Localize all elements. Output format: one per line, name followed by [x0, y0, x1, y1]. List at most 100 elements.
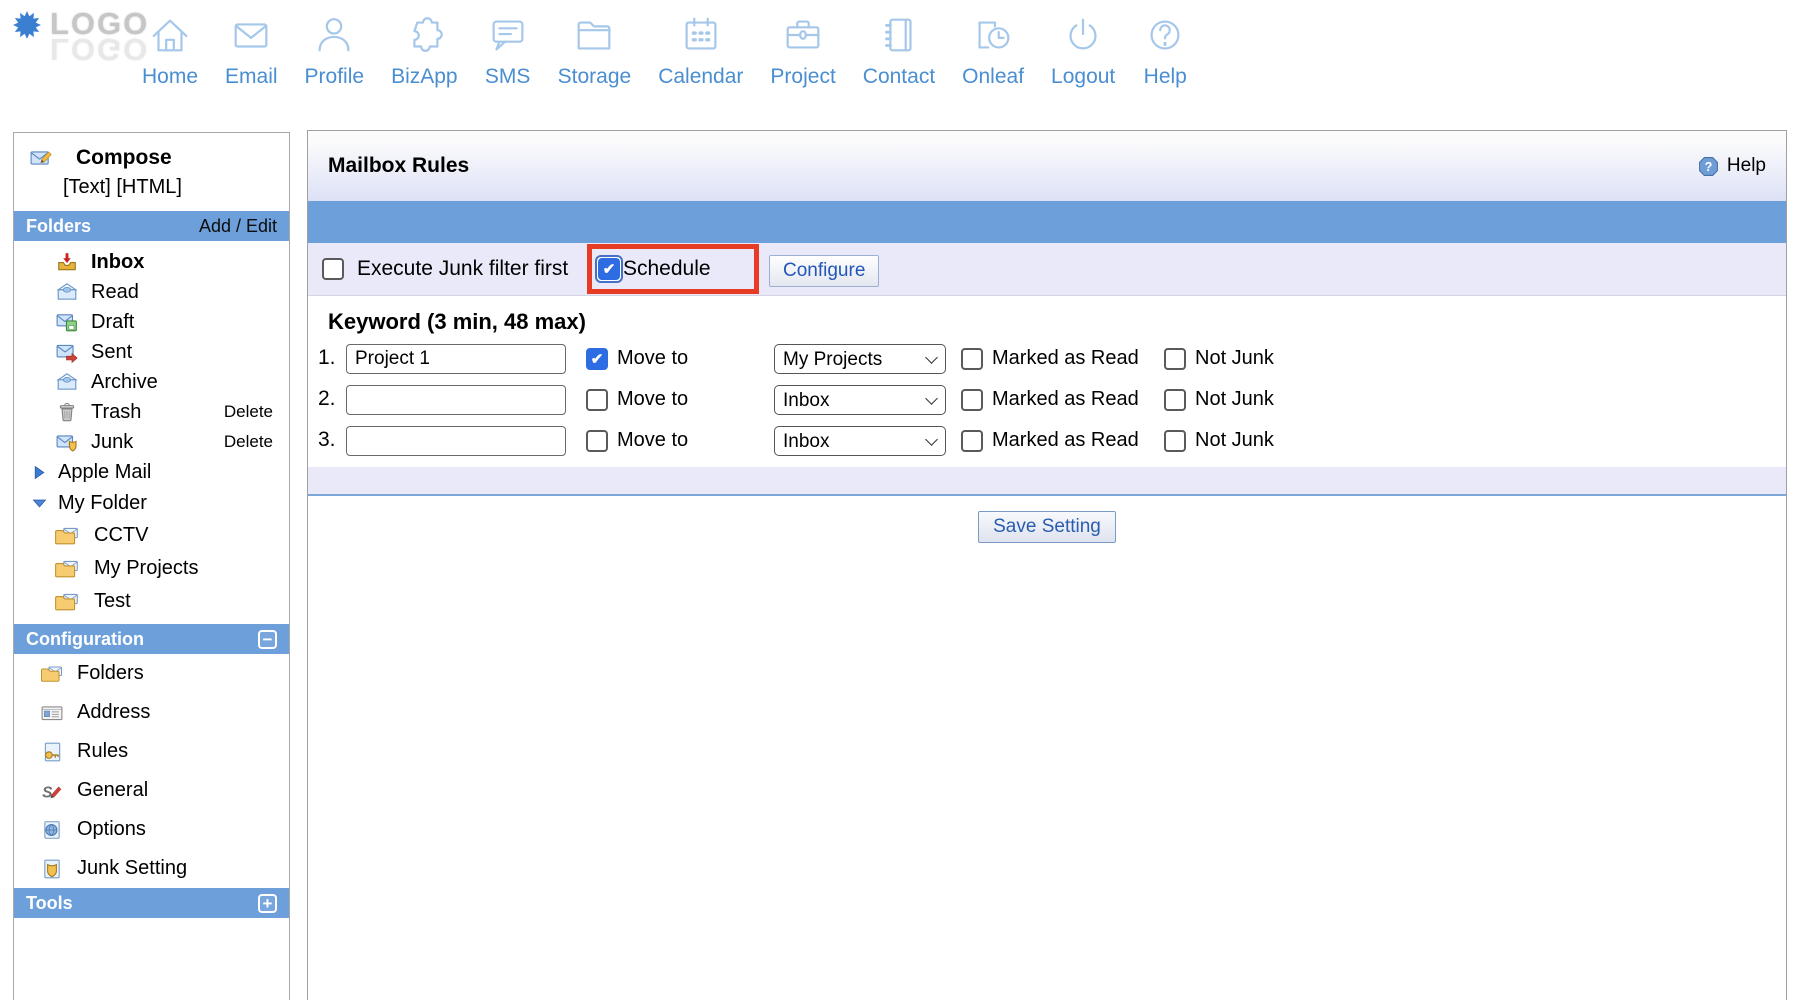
keyword-input-1[interactable]	[346, 344, 566, 374]
move-to-checkbox-3[interactable]	[586, 430, 608, 452]
config-item-junk-setting[interactable]: Junk Setting	[14, 849, 289, 888]
keyword-heading: Keyword (3 min, 48 max)	[328, 309, 1786, 335]
sidebar-folder-junk[interactable]: Junk Delete	[14, 427, 289, 457]
nav-item-email[interactable]: Email	[225, 12, 278, 89]
config-item-address[interactable]: Address	[14, 693, 289, 732]
schedule-label: Schedule	[623, 257, 711, 281]
tools-header-title: Tools	[26, 893, 73, 914]
configuration-section-header: Configuration −	[14, 624, 289, 654]
not-junk-label: Not Junk	[1195, 347, 1274, 370]
sidebar-subfolder-my-projects[interactable]: My Projects	[14, 552, 289, 585]
rules-key-icon	[40, 741, 64, 763]
folder-mail-icon	[54, 525, 80, 547]
archive-icon	[56, 371, 78, 393]
row-number: 2.	[318, 387, 336, 411]
config-item-rules[interactable]: Rules	[14, 732, 289, 771]
folder-select-2[interactable]: Inbox	[774, 385, 946, 415]
execute-junk-filter-checkbox[interactable]	[322, 258, 344, 280]
marked-as-read-label: Marked as Read	[992, 429, 1139, 452]
sent-icon	[56, 341, 78, 363]
schedule-checkbox-focus-ring	[595, 255, 623, 283]
not-junk-checkbox-1[interactable]	[1164, 348, 1186, 370]
nav-label: Calendar	[658, 65, 743, 89]
help-link[interactable]: ? Help	[1698, 155, 1766, 177]
schedule-checkbox[interactable]	[598, 258, 620, 280]
nav-label: Profile	[305, 65, 365, 89]
nav-label: SMS	[485, 65, 531, 89]
nav-item-project[interactable]: Project	[770, 12, 835, 89]
sidebar: Compose [Text] [HTML] Folders Add / Edit…	[13, 132, 290, 1000]
move-to-checkbox-1[interactable]	[586, 348, 608, 370]
marked-as-read-checkbox-1[interactable]	[961, 348, 983, 370]
keyword-rule-row-1: 1. Move to My Projects Marked as Read No…	[308, 344, 1786, 374]
nav-label: Storage	[558, 65, 632, 89]
nav-item-home[interactable]: Home	[142, 12, 198, 89]
sidebar-folder-trash[interactable]: Trash Delete	[14, 397, 289, 427]
sidebar-subfolder-cctv[interactable]: CCTV	[14, 519, 289, 552]
save-setting-button[interactable]: Save Setting	[978, 511, 1116, 543]
marked-as-read-checkbox-2[interactable]	[961, 389, 983, 411]
folder-label: Read	[91, 281, 139, 304]
sidebar-folder-sent[interactable]: Sent	[14, 337, 289, 367]
nav-item-bizapp[interactable]: BizApp	[391, 12, 458, 89]
compose-button[interactable]: Compose	[14, 133, 289, 172]
folder-select-3[interactable]: Inbox	[774, 426, 946, 456]
toolbar-bar	[308, 201, 1786, 243]
tree-label: My Folder	[58, 492, 147, 515]
top-navigation-bar: LOGO LOGO Home Email Profile BizApp SMS …	[0, 0, 1800, 104]
folder-label: Junk	[91, 431, 133, 454]
nav-item-calendar[interactable]: Calendar	[658, 12, 743, 89]
folders-section-header: Folders Add / Edit	[14, 211, 289, 241]
tree-item-my-folder[interactable]: My Folder	[14, 488, 289, 519]
subfolder-label: My Projects	[94, 557, 198, 580]
sidebar-subfolder-test[interactable]: Test	[14, 585, 289, 618]
svg-text:S: S	[42, 784, 53, 801]
tree-item-apple-mail[interactable]: Apple Mail	[14, 457, 289, 488]
expand-icon[interactable]: +	[258, 894, 277, 913]
annotation-highlight-box: Schedule	[587, 244, 759, 294]
nav-item-storage[interactable]: Storage	[558, 12, 632, 89]
row-number: 1.	[318, 346, 336, 370]
marked-as-read-label: Marked as Read	[992, 347, 1139, 370]
sidebar-folder-archive[interactable]: Archive	[14, 367, 289, 397]
briefcase-icon	[780, 12, 826, 58]
configure-button[interactable]: Configure	[769, 255, 879, 287]
marked-as-read-checkbox-3[interactable]	[961, 430, 983, 452]
folders-add-edit-link[interactable]: Add / Edit	[199, 216, 277, 237]
nav-item-contact[interactable]: Contact	[863, 12, 935, 89]
config-item-general[interactable]: S General	[14, 771, 289, 810]
move-to-checkbox-2[interactable]	[586, 389, 608, 411]
not-junk-checkbox-3[interactable]	[1164, 430, 1186, 452]
svg-text:?: ?	[1705, 160, 1713, 174]
move-to-label: Move to	[617, 388, 688, 411]
subfolder-label: CCTV	[94, 524, 148, 547]
delete-trash-link[interactable]: Delete	[224, 402, 273, 422]
folder-select-1[interactable]: My Projects	[774, 344, 946, 374]
nav-label: Onleaf	[962, 65, 1024, 89]
config-label: Address	[77, 701, 150, 724]
folder-label: Draft	[91, 311, 134, 334]
not-junk-checkbox-2[interactable]	[1164, 389, 1186, 411]
nav-label: Logout	[1051, 65, 1115, 89]
delete-junk-link[interactable]: Delete	[224, 432, 273, 452]
nav-item-sms[interactable]: SMS	[485, 12, 531, 89]
keyword-input-2[interactable]	[346, 385, 566, 415]
chat-bubble-icon	[485, 12, 531, 58]
compose-format-links[interactable]: [Text] [HTML]	[14, 172, 289, 211]
save-row: Save Setting	[308, 511, 1786, 543]
keyword-input-3[interactable]	[346, 426, 566, 456]
sidebar-folder-read[interactable]: Read	[14, 277, 289, 307]
nav-item-onleaf[interactable]: Onleaf	[962, 12, 1024, 89]
not-junk-label: Not Junk	[1195, 388, 1274, 411]
profile-icon	[311, 12, 357, 58]
collapse-icon[interactable]: −	[258, 630, 277, 649]
nav-item-help[interactable]: Help	[1142, 12, 1188, 89]
nav-label: Project	[770, 65, 835, 89]
config-item-options[interactable]: Options	[14, 810, 289, 849]
nav-item-logout[interactable]: Logout	[1051, 12, 1115, 89]
nav-item-profile[interactable]: Profile	[305, 12, 365, 89]
app-logo[interactable]: LOGO LOGO	[12, 8, 149, 40]
sidebar-folder-inbox[interactable]: Inbox	[14, 247, 289, 277]
config-item-folders[interactable]: Folders	[14, 654, 289, 693]
sidebar-folder-draft[interactable]: Draft	[14, 307, 289, 337]
